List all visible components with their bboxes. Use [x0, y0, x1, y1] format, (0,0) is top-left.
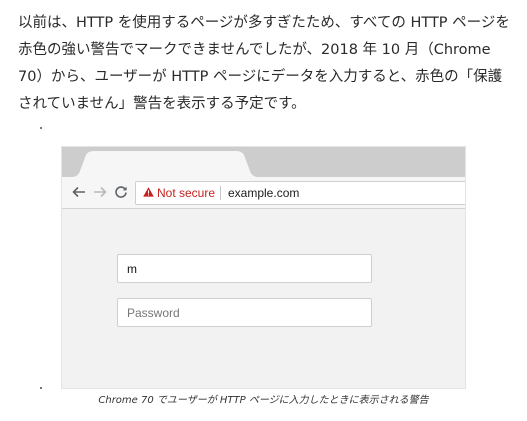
- password-field[interactable]: Password: [117, 298, 372, 327]
- article-paragraph: 以前は、HTTP を使用するページが多すぎたため、すべての HTTP ページを赤…: [18, 15, 510, 112]
- address-bar-divider: [220, 186, 221, 200]
- tab-strip: [62, 147, 465, 177]
- url-text[interactable]: example.com: [228, 185, 299, 201]
- figure-corner-mark: [40, 387, 42, 389]
- not-secure-label[interactable]: Not secure: [157, 185, 215, 201]
- back-arrow-icon[interactable]: [70, 183, 88, 201]
- address-bar[interactable]: Not secure example.com: [135, 181, 465, 205]
- reload-icon[interactable]: [112, 183, 130, 201]
- forward-arrow-icon[interactable]: [91, 183, 109, 201]
- warning-triangle-icon[interactable]: [143, 187, 154, 197]
- browser-tab[interactable]: [62, 147, 272, 177]
- browser-toolbar: Not secure example.com: [62, 177, 465, 209]
- figure-corner-mark: [40, 127, 42, 129]
- username-field[interactable]: m: [117, 254, 372, 283]
- browser-screenshot: Not secure example.com m Password: [62, 147, 465, 388]
- figure-caption: Chrome 70 でユーザーが HTTP ページに入力したときに表示される警告: [98, 395, 429, 406]
